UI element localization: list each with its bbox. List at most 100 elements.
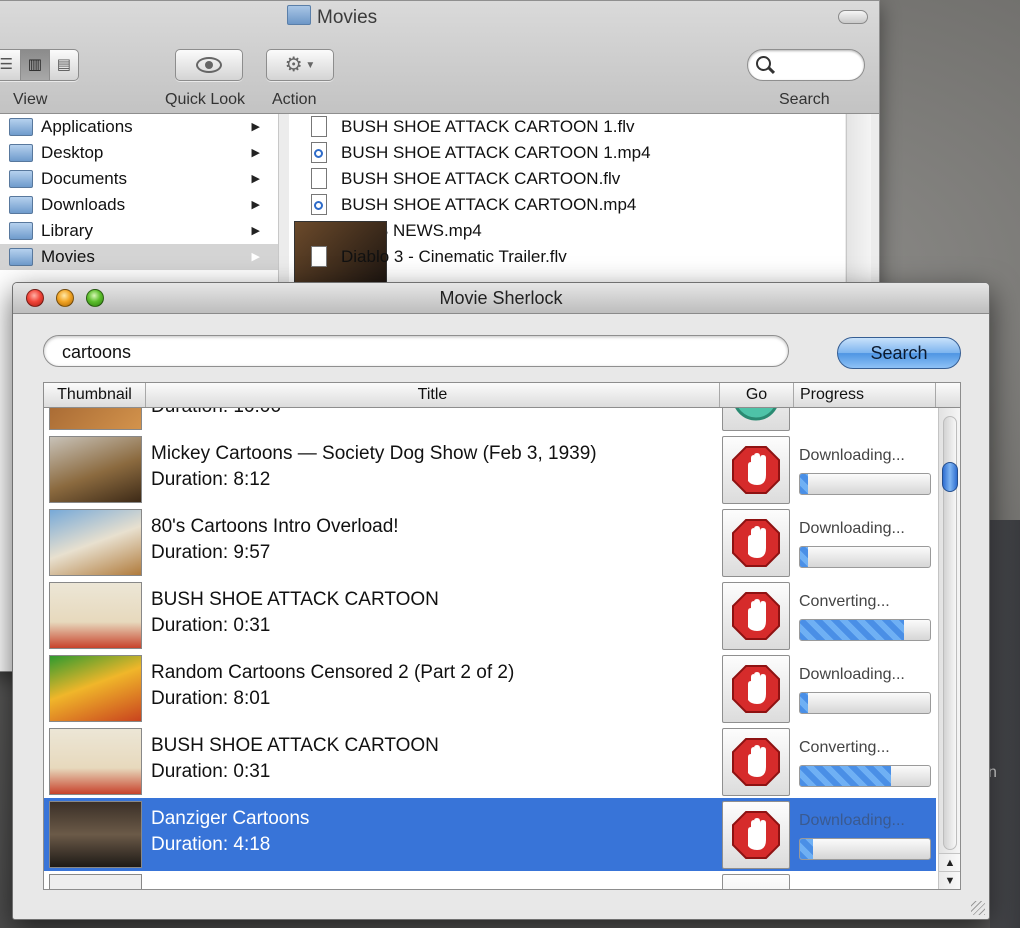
disclosure-arrow-icon: ▶: [251, 121, 260, 133]
search-input[interactable]: cartoons: [43, 335, 789, 367]
file-item[interactable]: CNBS NEWS.mp4: [289, 218, 845, 288]
action-button[interactable]: ⚙ ▼: [266, 49, 334, 81]
column-header-thumbnail[interactable]: Thumbnail: [44, 383, 146, 407]
progress-status: Converting...: [799, 593, 890, 610]
file-item[interactable]: BUSH SHOE ATTACK CARTOON.flv: [289, 166, 845, 192]
progress-fill: [800, 693, 808, 713]
document-icon: [311, 246, 327, 267]
progress-status: Converting...: [799, 739, 890, 756]
row-duration: Duration: 4:18: [151, 834, 271, 855]
table-body: Duration: 10:06 Mickey Cartoons — Societ…: [44, 408, 936, 889]
sidebar-item-documents[interactable]: Documents ▶: [0, 166, 278, 192]
folder-icon: [9, 144, 33, 162]
go-button[interactable]: [722, 408, 790, 431]
file-item[interactable]: BUSH SHOE ATTACK CARTOON 1.mp4: [289, 140, 845, 166]
row-title: BUSH SHOE ATTACK CARTOON: [151, 589, 439, 610]
progress-fill: [800, 766, 891, 786]
folder-icon: [9, 170, 33, 188]
chevron-down-icon: ▼: [302, 60, 316, 71]
movie-sherlock-window: Movie Sherlock cartoons Search Thumbnail…: [12, 282, 990, 920]
stop-hand-icon: [732, 592, 780, 640]
table-row[interactable]: Duration: 10:06: [44, 408, 936, 433]
scroll-up-arrow-icon[interactable]: ▲: [939, 853, 960, 872]
video-thumbnail: [49, 874, 142, 889]
results-scrollbar[interactable]: ▲ ▼: [938, 408, 960, 889]
search-button[interactable]: Search: [837, 337, 961, 369]
progress-bar: [799, 692, 931, 714]
file-item[interactable]: BUSH SHOE ATTACK CARTOON.mp4: [289, 192, 845, 218]
quick-look-button[interactable]: [175, 49, 243, 81]
progress-bar: [799, 473, 931, 495]
stop-hand-icon: [732, 738, 780, 786]
disclosure-arrow-icon: ▶: [251, 147, 260, 159]
view-segmented-control[interactable]: ▦ ☰ ▥ ▤: [0, 49, 79, 81]
progress-bar: [799, 838, 931, 860]
table-row[interactable]: 80's Cartoons Intro Overload! Duration: …: [44, 506, 936, 579]
video-thumbnail: [49, 728, 142, 795]
stop-button[interactable]: [722, 509, 790, 577]
stop-button[interactable]: [722, 436, 790, 504]
column-header-title[interactable]: Title: [146, 383, 720, 407]
scroll-down-arrow-icon[interactable]: ▼: [939, 871, 960, 889]
stop-hand-icon: [732, 446, 780, 494]
video-thumbnail: [49, 509, 142, 576]
column-header-progress[interactable]: Progress: [794, 383, 936, 407]
desktop-window-edge: [990, 520, 1020, 928]
play-icon: [735, 408, 777, 421]
progress-bar: [799, 619, 931, 641]
disclosure-arrow-icon: ▶: [251, 251, 260, 263]
table-row[interactable]: BUSH SHOE ATTACK CARTOON Duration: 0:31 …: [44, 579, 936, 652]
column-view-icon[interactable]: ▥: [21, 50, 50, 80]
view-label: View: [13, 91, 48, 108]
table-row[interactable]: Random Cartoons Censored 2 (Part 2 of 2)…: [44, 652, 936, 725]
stop-button[interactable]: [722, 801, 790, 869]
file-item[interactable]: Diablo 3 - Cinematic Trailer.flv: [289, 244, 845, 270]
finder-search-input[interactable]: [747, 49, 865, 81]
row-title: Random Cartoons Censored 2 (Part 2 of 2): [151, 662, 515, 683]
column-header-go[interactable]: Go: [720, 383, 794, 407]
folder-icon: [9, 222, 33, 240]
search-label: Search: [779, 91, 830, 108]
video-thumbnail: [49, 582, 142, 649]
table-header: Thumbnail Title Go Progress: [44, 383, 960, 408]
movies-folder-icon: [287, 5, 311, 25]
sidebar-item-applications[interactable]: Applications ▶: [0, 114, 278, 140]
disclosure-arrow-icon: ▶: [251, 173, 260, 185]
document-icon: [311, 116, 327, 137]
quick-look-label: Quick Look: [165, 91, 246, 108]
list-view-icon[interactable]: ☰: [0, 50, 22, 80]
results-table: Thumbnail Title Go Progress Duration: 10…: [43, 382, 961, 890]
progress-status: Downloading...: [799, 447, 905, 464]
coverflow-view-icon[interactable]: ▤: [50, 50, 78, 80]
row-title: BUSH SHOE ATTACK CARTOON: [151, 735, 439, 756]
progress-bar: [799, 765, 931, 787]
progress-fill: [800, 474, 808, 494]
video-thumbnail: [49, 655, 142, 722]
stop-button[interactable]: [722, 582, 790, 650]
folder-icon: [9, 196, 33, 214]
stop-hand-icon: [732, 665, 780, 713]
table-row[interactable]: BUSH SHOE ATTACK CARTOON Duration: 0:31 …: [44, 725, 936, 798]
eye-icon: [196, 56, 222, 73]
table-row-selected[interactable]: Danziger Cartoons Duration: 4:18 Downloa…: [44, 798, 936, 871]
progress-fill: [800, 620, 904, 640]
table-row[interactable]: Mickey Cartoons — Society Dog Show (Feb …: [44, 433, 936, 506]
sidebar-item-downloads[interactable]: Downloads ▶: [0, 192, 278, 218]
toolbar-toggle-button[interactable]: [838, 10, 868, 24]
table-row[interactable]: [44, 871, 936, 889]
stop-button[interactable]: [722, 728, 790, 796]
progress-status: Downloading...: [799, 666, 905, 683]
sidebar-item-movies[interactable]: Movies ▶: [0, 244, 278, 270]
resize-grip-icon[interactable]: [971, 901, 985, 915]
file-item[interactable]: BUSH SHOE ATTACK CARTOON 1.flv: [289, 114, 845, 140]
scroll-thumb[interactable]: [942, 462, 958, 492]
go-button[interactable]: [722, 874, 790, 889]
stop-button[interactable]: [722, 655, 790, 723]
gear-icon: ⚙: [284, 54, 303, 76]
sidebar-item-desktop[interactable]: Desktop ▶: [0, 140, 278, 166]
sidebar-item-library[interactable]: Library ▶: [0, 218, 278, 244]
video-thumbnail: [49, 436, 142, 503]
progress-status: Downloading...: [799, 520, 905, 537]
sherlock-titlebar[interactable]: Movie Sherlock: [13, 283, 989, 314]
row-title: 80's Cartoons Intro Overload!: [151, 516, 399, 537]
